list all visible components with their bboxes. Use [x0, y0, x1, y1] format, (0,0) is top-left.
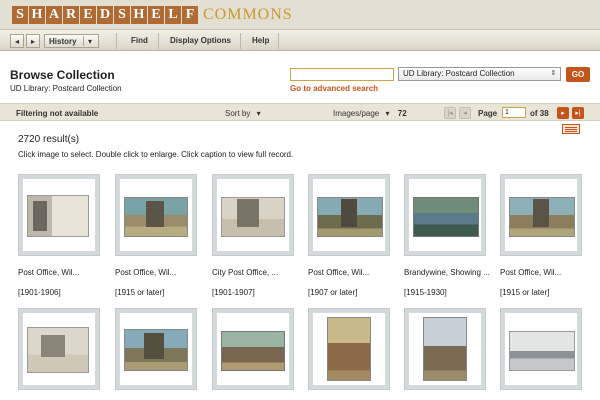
logo-letter: E — [148, 6, 164, 24]
page-total: of 38 — [530, 109, 549, 118]
logo-commons-text: COMMONS — [203, 6, 293, 23]
history-dropdown[interactable]: History ▾ — [44, 34, 99, 48]
chevron-updown-icon: ⇕ — [550, 70, 557, 77]
postcard-image — [327, 317, 371, 381]
logo-letter: D — [97, 6, 113, 24]
item-date: [1907 or later] — [308, 288, 358, 297]
item-date: [1915-1930] — [404, 288, 447, 297]
go-button[interactable]: GO — [566, 67, 590, 82]
logo-letter: H — [131, 6, 147, 24]
last-page-icon: ▸| — [575, 110, 581, 117]
page-number-input[interactable]: 1 — [502, 107, 526, 118]
logo-letter: F — [182, 6, 198, 24]
item-date: [1901-1907] — [212, 288, 255, 297]
first-page-button[interactable]: |◂ — [444, 107, 456, 119]
thumbnail[interactable] — [308, 174, 390, 256]
first-page-icon: |◂ — [447, 110, 453, 117]
logo-letter: E — [80, 6, 96, 24]
back-button[interactable]: ◂ — [10, 34, 24, 48]
list-view-icon[interactable] — [562, 124, 580, 134]
thumbnail[interactable] — [404, 174, 486, 256]
results-instructions: Click image to select. Double click to e… — [18, 150, 294, 159]
logo-letter: A — [46, 6, 62, 24]
images-per-page-value: 72 — [397, 109, 407, 118]
thumbnail[interactable] — [18, 174, 100, 256]
item-date: [1901-1906] — [18, 288, 61, 297]
prev-page-icon: ◂ — [463, 110, 467, 117]
advanced-search-link[interactable]: Go to advanced search — [290, 84, 378, 93]
prev-page-button[interactable]: ◂ — [459, 107, 471, 119]
forward-button[interactable]: ▸ — [26, 34, 40, 48]
search-input[interactable] — [290, 68, 394, 81]
item-caption[interactable]: Post Office, Wil... — [308, 268, 369, 277]
item-caption[interactable]: City Post Office, ... — [212, 268, 278, 277]
page-label: Page — [478, 109, 498, 118]
postcard-image — [413, 197, 479, 237]
sort-by-dropdown[interactable]: Sort by ▾ — [225, 109, 261, 118]
postcard-image — [221, 331, 285, 371]
thumbnail[interactable] — [404, 308, 486, 390]
logo-letter: L — [165, 6, 181, 24]
item-caption[interactable]: Post Office, Wil... — [18, 268, 79, 277]
sort-by-label: Sort by — [225, 109, 251, 118]
toolbar-divider — [116, 33, 117, 49]
find-menu[interactable]: Find — [131, 36, 148, 45]
toolbar-divider — [240, 33, 241, 49]
display-options-menu[interactable]: Display Options — [170, 36, 231, 45]
item-date: [1915 or later] — [500, 288, 550, 297]
images-per-page-dropdown[interactable]: Images/page ▾ 72 — [333, 109, 407, 118]
postcard-image — [509, 331, 575, 371]
filtering-status: Filtering not available — [16, 109, 99, 118]
thumbnail[interactable] — [18, 308, 100, 390]
logo-letter: R — [63, 6, 79, 24]
logo-letter: S — [114, 6, 130, 24]
thumbnail[interactable] — [500, 308, 582, 390]
item-caption[interactable]: Post Office, Wil... — [500, 268, 561, 277]
item-date: [1915 or later] — [115, 288, 165, 297]
forward-arrow-icon: ▸ — [30, 36, 35, 46]
logo-letter: S — [12, 6, 28, 24]
next-page-button[interactable]: ▸ — [557, 107, 569, 119]
app-header: S H A R E D S H E L F COMMONS — [0, 0, 600, 29]
help-menu[interactable]: Help — [252, 36, 269, 45]
caret-down-icon: ▾ — [385, 109, 390, 118]
collection-name: UD Library: Postcard Collection — [10, 84, 122, 93]
item-caption[interactable]: Post Office, Wil... — [115, 268, 176, 277]
filter-bar: Filtering not available Sort by ▾ Images… — [0, 103, 600, 121]
page-title: Browse Collection — [10, 68, 115, 82]
images-per-page-label: Images/page — [333, 109, 380, 118]
sharedshelf-logo[interactable]: S H A R E D S H E L F COMMONS — [12, 6, 293, 24]
next-page-icon: ▸ — [561, 110, 565, 117]
toolbar-divider — [278, 33, 279, 49]
logo-letter: H — [29, 6, 45, 24]
thumbnail[interactable] — [212, 174, 294, 256]
back-arrow-icon: ◂ — [14, 36, 19, 46]
thumbnail[interactable] — [115, 174, 197, 256]
thumbnail[interactable] — [115, 308, 197, 390]
main-toolbar: ◂ ▸ History ▾ Find Display Options Help — [0, 29, 600, 51]
collection-select-value: UD Library: Postcard Collection — [403, 69, 515, 78]
collection-select[interactable]: UD Library: Postcard Collection ⇕ — [398, 67, 561, 81]
thumbnail[interactable] — [308, 308, 390, 390]
thumbnail[interactable] — [500, 174, 582, 256]
chevron-down-icon: ▾ — [88, 36, 93, 46]
item-caption[interactable]: Brandywine, Showing ... — [404, 268, 490, 277]
history-label: History — [49, 36, 77, 46]
postcard-image — [423, 317, 467, 381]
last-page-button[interactable]: ▸| — [572, 107, 584, 119]
toolbar-divider — [158, 33, 159, 49]
caret-down-icon: ▾ — [256, 109, 261, 118]
history-divider — [83, 36, 84, 46]
results-count: 2720 result(s) — [18, 134, 80, 145]
thumbnail[interactable] — [212, 308, 294, 390]
